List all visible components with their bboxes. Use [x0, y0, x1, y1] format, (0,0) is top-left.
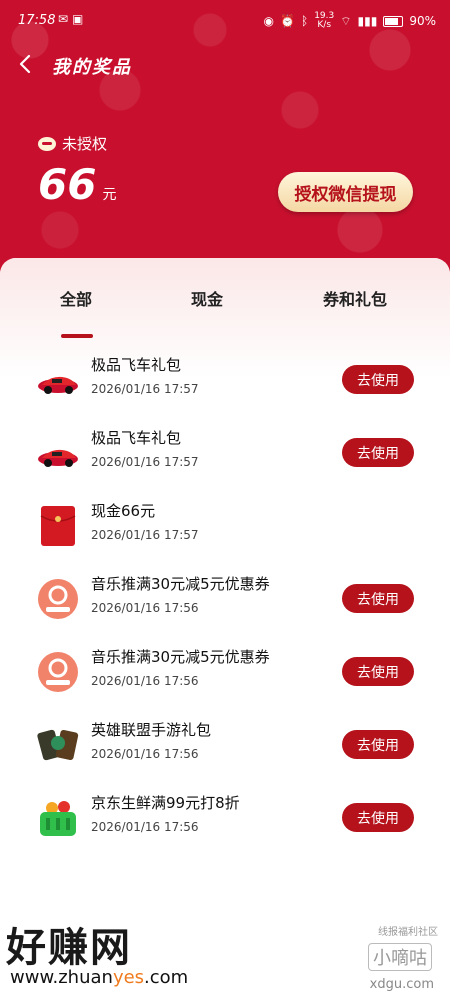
page-title: 我的奖品 — [52, 57, 132, 78]
grocery-basket-icon — [40, 801, 76, 836]
item-title: 英雄联盟手游礼包 — [91, 721, 212, 739]
list-item[interactable]: 现金66元 2026/01/16 17:57 — [0, 484, 450, 557]
status-time: 17:58 — [18, 13, 56, 28]
use-button[interactable]: 去使用 — [342, 803, 414, 832]
item-time: 2026/01/16 17:57 — [91, 382, 199, 396]
battery-level: 90% — [409, 14, 436, 28]
net-speed: 19.3 K/s — [314, 12, 334, 30]
alarm-icon: ⏰ — [280, 14, 295, 28]
item-title: 极品飞车礼包 — [91, 429, 182, 447]
back-arrow-icon[interactable] — [12, 50, 40, 78]
item-title: 极品飞车礼包 — [91, 356, 182, 374]
item-title: 音乐推满30元减5元优惠券 — [91, 648, 270, 666]
item-time: 2026/01/16 17:56 — [91, 601, 199, 615]
watermark-small-url: xdgu.com — [369, 977, 434, 992]
net-speed-unit: K/s — [317, 20, 332, 30]
race-car-icon — [38, 376, 78, 394]
list-item[interactable]: 极品飞车礼包 2026/01/16 17:57 去使用 — [0, 338, 450, 411]
tab-all[interactable]: 全部 — [60, 286, 92, 310]
notification-icons: ✉▣ — [58, 12, 88, 26]
watermark-tagline: 线报福利社区 — [378, 927, 438, 938]
amount-value: 66 — [38, 160, 97, 209]
prize-amount: 66 元 — [38, 160, 116, 209]
list-item[interactable]: 英雄联盟手游礼包 2026/01/16 17:56 去使用 — [0, 703, 450, 776]
red-envelope-icon — [40, 506, 76, 546]
watermark-url: www.zhuanyes.com — [10, 967, 188, 988]
list-item[interactable]: 音乐推满30元减5元优惠券 2026/01/16 17:56 去使用 — [0, 630, 450, 703]
auth-status: 未授权 — [38, 133, 107, 154]
nav-bar: 我的奖品 — [0, 42, 450, 86]
item-time: 2026/01/16 17:56 — [91, 820, 199, 834]
watermark-url-suffix: .com — [144, 967, 189, 988]
item-title: 京东生鲜满99元打8折 — [91, 794, 240, 812]
use-button[interactable]: 去使用 — [342, 730, 414, 759]
tab-cash[interactable]: 现金 — [191, 286, 223, 310]
status-bar: 17:58 ✉▣ ◉ ⏰ ᛒ 19.3 K/s ⌔ ▮▮▮ 90% — [0, 0, 450, 40]
item-time: 2026/01/16 17:57 — [91, 528, 199, 542]
signal-icon: ▮▮▮ — [357, 14, 378, 28]
auth-status-label: 未授权 — [62, 135, 108, 153]
battery-icon — [383, 15, 404, 27]
use-button[interactable]: 去使用 — [342, 365, 414, 394]
prize-panel: 全部 现金 券和礼包 极品飞车礼包 2026/01/16 17:57 去使用 极… — [0, 258, 450, 1000]
music-coupon-icon — [38, 652, 78, 692]
use-button[interactable]: 去使用 — [342, 584, 414, 613]
item-title: 音乐推满30元减5元优惠券 — [91, 575, 270, 593]
site-watermark: 好赚网 www.zhuanyes.com 线报福利社区 小嘀咕 xdgu.com — [0, 905, 450, 1000]
list-item[interactable]: 音乐推满30元减5元优惠券 2026/01/16 17:56 去使用 — [0, 557, 450, 630]
status-right: ◉ ⏰ ᛒ 19.3 K/s ⌔ ▮▮▮ 90% — [264, 12, 436, 30]
watermark-brand: 好赚网 — [6, 925, 132, 971]
bluetooth-icon: ᛒ — [300, 14, 309, 28]
watermark-url-highlight: yes — [112, 967, 145, 988]
tab-coupons-gifts[interactable]: 券和礼包 — [323, 286, 387, 310]
eye-icon: ◉ — [263, 14, 275, 28]
use-button[interactable]: 去使用 — [342, 438, 414, 467]
use-button[interactable]: 去使用 — [342, 657, 414, 686]
item-time: 2026/01/16 17:57 — [91, 455, 199, 469]
list-item[interactable]: 极品飞车礼包 2026/01/16 17:57 去使用 — [0, 411, 450, 484]
item-time: 2026/01/16 17:56 — [91, 674, 199, 688]
wifi-icon: ⌔ — [340, 13, 352, 28]
music-coupon-icon — [38, 579, 78, 619]
header-banner: 17:58 ✉▣ ◉ ⏰ ᛒ 19.3 K/s ⌔ ▮▮▮ 90% 我的奖品 未… — [0, 0, 450, 290]
race-car-icon — [38, 449, 78, 467]
item-title: 现金66元 — [91, 502, 156, 520]
list-item[interactable]: 京东生鲜满99元打8折 2026/01/16 17:56 去使用 — [0, 776, 450, 849]
item-time: 2026/01/16 17:56 — [91, 747, 199, 761]
amount-unit: 元 — [102, 187, 117, 203]
game-cards-icon — [37, 729, 79, 761]
wechat-icon — [38, 136, 56, 151]
watermark-url-prefix: www.zhuan — [10, 967, 113, 988]
tab-bar: 全部 现金 券和礼包 — [0, 286, 450, 338]
withdraw-button[interactable]: 授权微信提现 — [278, 172, 413, 212]
watermark-small-brand: 小嘀咕 — [368, 943, 432, 971]
